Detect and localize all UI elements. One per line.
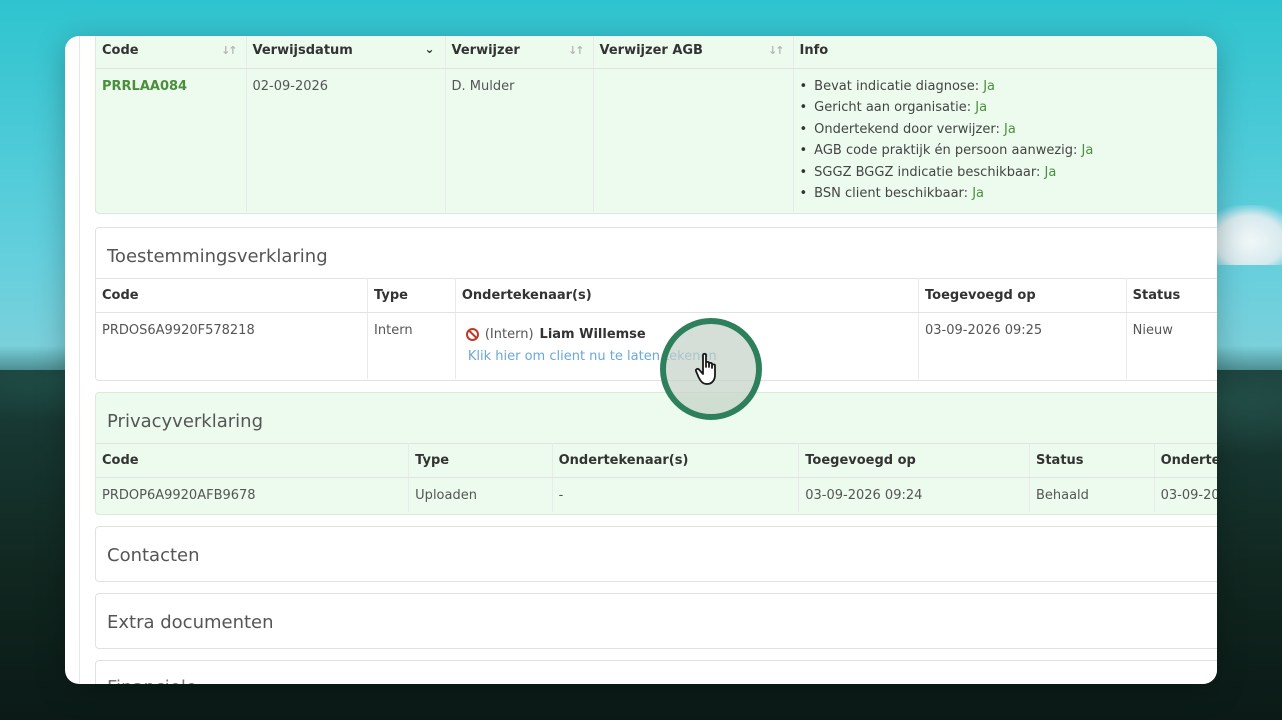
info-label: Gericht aan organisatie: — [814, 100, 972, 116]
list-item: SGGZ BGGZ indicatie beschikbaar: Ja — [800, 162, 1218, 184]
info-value: Ja — [1081, 143, 1094, 159]
column-header-added: Toegevoegd op — [918, 278, 1127, 313]
info-list: Bevat indicatie diagnose: Ja Gericht aan… — [800, 76, 1218, 206]
cell-code[interactable]: PRRLAA084 — [96, 68, 247, 212]
cell-added: 03-09-2026 09:24 — [798, 477, 1030, 512]
consent-table: Code Type Ondertekenaar(s) Toegevoegd op… — [96, 278, 1217, 379]
cell-status: Nieuw — [1132, 323, 1173, 338]
cell-status: Behaald — [1029, 477, 1155, 512]
table-header-row: Code ↓↑ Verwijsdatum ⌄ Verwijzer ↓↑ Verw… — [96, 36, 1217, 69]
cell-type: Intern — [367, 312, 456, 379]
section-title: Toestemmingsverklaring — [107, 246, 328, 267]
column-header-label: Info — [799, 43, 829, 59]
cell-agb — [593, 68, 794, 212]
column-header-verwijzer-agb[interactable]: Verwijzer AGB ↓↑ — [593, 36, 794, 69]
sort-icon[interactable]: ↓↑ — [768, 44, 785, 57]
table-header-row: Code Type Ondertekenaar(s) Toegevoegd op… — [96, 278, 1217, 313]
chevron-down-icon[interactable]: ⌄ — [424, 42, 434, 56]
app-window: Code ↓↑ Verwijsdatum ⌄ Verwijzer ↓↑ Verw… — [65, 36, 1217, 684]
cell-signed: 03-09-20 — [1160, 488, 1217, 503]
privacy-panel: Privacyverklaring Code Type Ondertekenaa… — [95, 392, 1217, 515]
cell-date: 02-09-2026 — [246, 68, 446, 212]
cell-referrer: D. Mulder — [445, 68, 594, 212]
referral-panel: Code ↓↑ Verwijsdatum ⌄ Verwijzer ↓↑ Verw… — [95, 36, 1217, 214]
info-value: Ja — [975, 100, 988, 116]
info-label: AGB code praktijk én persoon aanwezig: — [814, 143, 1078, 159]
column-header-status: Status — [1029, 443, 1155, 478]
cell-added: 03-09-2026 09:25 — [918, 312, 1127, 379]
column-header-signed: Onderte — [1154, 443, 1217, 478]
sort-icon[interactable]: ↓↑ — [568, 44, 585, 57]
column-header-label: Verwijzer — [451, 43, 520, 59]
column-header-type: Type — [367, 278, 456, 313]
table-row: PRDOP6A9920AFB9678 Uploaden - 03-09-2026… — [96, 477, 1217, 512]
column-header-signers: Ondertekenaar(s) — [455, 278, 920, 313]
column-header-verwijsdatum[interactable]: Verwijsdatum ⌄ — [246, 36, 446, 69]
cell-type: Uploaden — [408, 477, 553, 512]
info-label: Ondertekend door verwijzer: — [814, 121, 1000, 137]
info-value: Ja — [983, 78, 996, 94]
column-header-signers: Ondertekenaar(s) — [552, 443, 800, 478]
info-label: Bevat indicatie diagnose: — [814, 78, 980, 94]
section-title[interactable]: Contacten — [96, 527, 1217, 583]
column-header-type: Type — [408, 443, 553, 478]
list-item: Bevat indicatie diagnose: Ja — [800, 76, 1218, 98]
next-section-panel[interactable]: Financiele — [95, 660, 1217, 684]
left-edge-divider — [79, 36, 80, 684]
table-row: PRRLAA084 02-09-2026 D. Mulder Bevat ind… — [96, 68, 1217, 212]
contacts-panel[interactable]: Contacten — [95, 526, 1217, 582]
info-value: Ja — [1004, 121, 1016, 137]
table-header-row: Code Type Ondertekenaar(s) Toegevoegd op… — [96, 443, 1217, 478]
column-header-verwijzer[interactable]: Verwijzer ↓↑ — [445, 36, 594, 69]
referral-table: Code ↓↑ Verwijsdatum ⌄ Verwijzer ↓↑ Verw… — [96, 36, 1217, 212]
column-header-label: Code — [102, 43, 139, 59]
section-title: Privacyverklaring — [107, 411, 263, 432]
column-header-label: Verwijsdatum — [252, 43, 353, 59]
info-value: Ja — [972, 186, 984, 202]
table-row: PRDOS6A9920F578218 Intern (Intern) Liam … — [96, 312, 1217, 379]
main-content[interactable]: Code ↓↑ Verwijsdatum ⌄ Verwijzer ↓↑ Verw… — [95, 36, 1217, 684]
column-header-code[interactable]: Code ↓↑ — [96, 36, 247, 69]
section-title[interactable]: Extra documenten — [96, 594, 1217, 650]
info-label: SGGZ BGGZ indicatie beschikbaar: — [814, 164, 1041, 180]
list-item: Gericht aan organisatie: Ja — [800, 97, 1218, 119]
column-header-label: Verwijzer AGB — [599, 43, 703, 59]
signer-name: Liam Willemse — [539, 327, 646, 342]
hand-pointer-icon — [694, 352, 716, 385]
ban-icon — [465, 328, 479, 341]
cell-code: PRDOP6A9920AFB9678 — [96, 477, 410, 512]
signer-prefix: (Intern) — [484, 327, 534, 342]
cell-info: Bevat indicatie diagnose: Ja Gericht aan… — [793, 68, 1217, 212]
section-title[interactable]: Financiele — [96, 661, 1217, 684]
column-header-info: Info — [793, 36, 1217, 69]
referral-code-link[interactable]: PRRLAA084 — [102, 79, 187, 94]
cell-code: PRDOS6A9920F578218 — [96, 312, 369, 379]
column-header-status: Status — [1126, 278, 1217, 313]
list-item: BSN client beschikbaar: Ja — [800, 183, 1218, 205]
consent-panel: Toestemmingsverklaring Code Type Onderte… — [95, 227, 1217, 381]
column-header-added: Toegevoegd op — [798, 443, 1030, 478]
list-item: AGB code praktijk én persoon aanwezig: J… — [800, 140, 1218, 162]
column-header-code: Code — [96, 278, 369, 313]
privacy-table: Code Type Ondertekenaar(s) Toegevoegd op… — [96, 443, 1217, 512]
info-value: Ja — [1044, 164, 1057, 180]
list-item: Ondertekend door verwijzer: Ja — [800, 119, 1218, 141]
cell-signers: - — [552, 477, 800, 512]
info-label: BSN client beschikbaar: — [814, 186, 969, 202]
sort-icon[interactable]: ↓↑ — [221, 44, 238, 57]
column-header-code: Code — [96, 443, 410, 478]
extra-documents-panel[interactable]: Extra documenten — [95, 593, 1217, 649]
